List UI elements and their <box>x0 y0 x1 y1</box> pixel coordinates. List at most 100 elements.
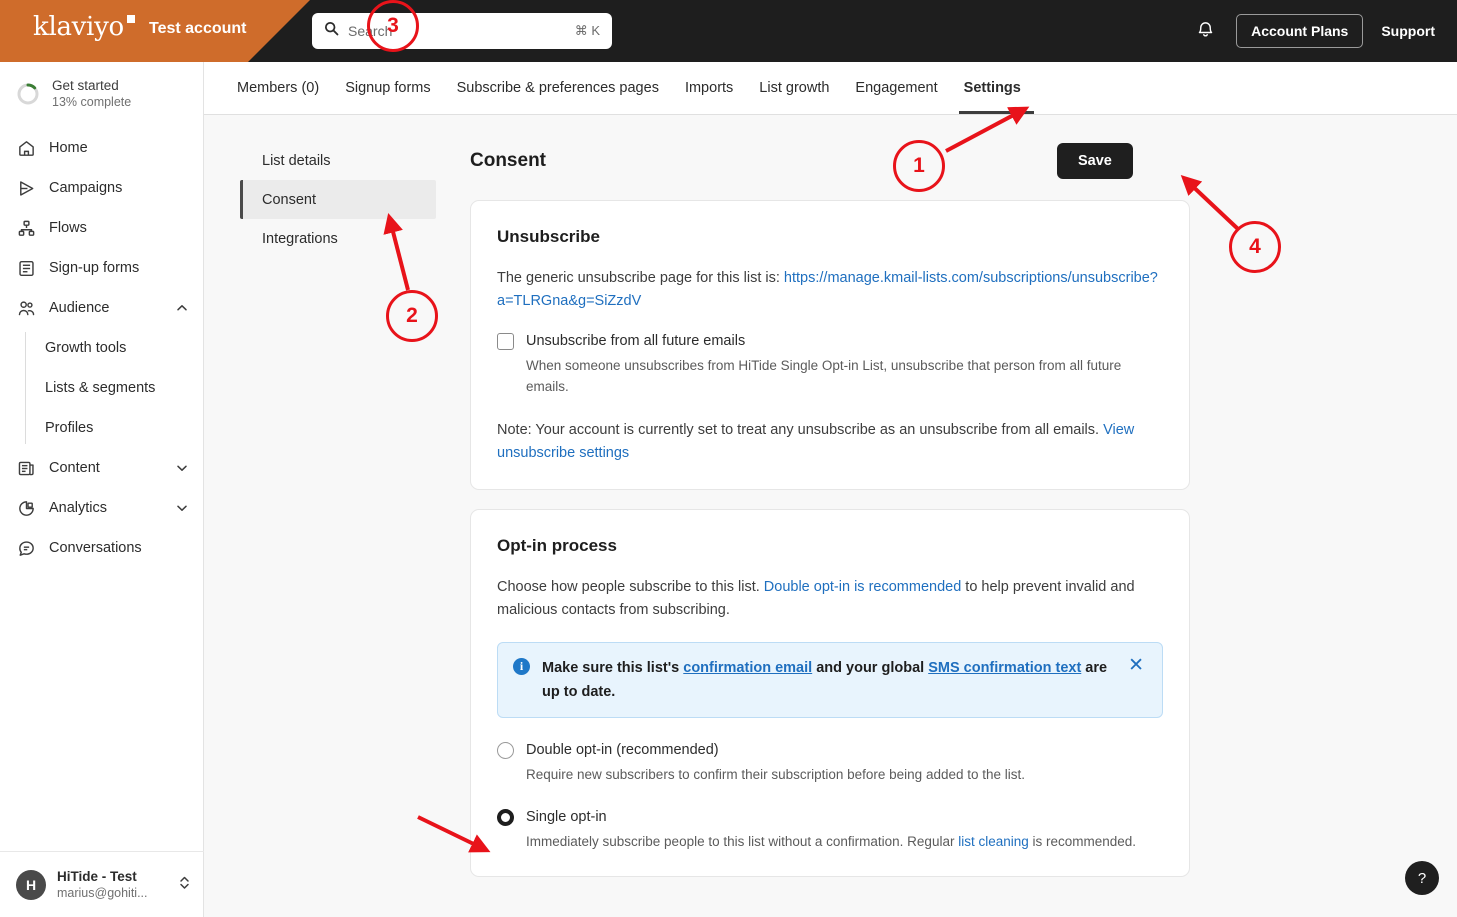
account-email: marius@gohiti... <box>57 886 148 900</box>
sidebar-item-label: Analytics <box>49 500 108 516</box>
tab-signup-forms[interactable]: Signup forms <box>332 62 443 114</box>
double-optin-text: Double opt-in (recommended) Require new … <box>526 740 1025 785</box>
unsubscribe-all-description: When someone unsubscribes from HiTide Si… <box>526 358 1122 394</box>
sidebar-item-growth-tools[interactable]: Growth tools <box>25 328 203 368</box>
tab-imports[interactable]: Imports <box>672 62 746 114</box>
account-plans-button[interactable]: Account Plans <box>1236 14 1364 48</box>
klaviyo-logo-text: klaviyo <box>33 12 124 42</box>
tab-subscribe-preferences-pages[interactable]: Subscribe & preferences pages <box>444 62 672 114</box>
settings-nav-item-list-details[interactable]: List details <box>240 141 436 180</box>
audience-subnav: Growth tools Lists & segments Profiles <box>25 328 203 448</box>
double-optin-radio[interactable] <box>497 742 514 759</box>
list-tab-bar: Members (0) Signup forms Subscribe & pre… <box>204 62 1457 115</box>
sidebar-item-conversations[interactable]: Conversations <box>0 528 203 568</box>
analytics-icon <box>16 498 36 518</box>
sidebar-item-signup-forms[interactable]: Sign-up forms <box>0 248 203 288</box>
sidebar-item-home[interactable]: Home <box>0 128 203 168</box>
unsubscribe-all-checkbox[interactable] <box>497 333 514 350</box>
get-started-text: Get started 13% complete <box>52 78 131 110</box>
chevron-up-down-icon <box>177 874 192 896</box>
klaviyo-logo[interactable]: klaviyo <box>33 14 135 40</box>
single-optin-option[interactable]: Single opt-in Immediately subscribe peop… <box>497 807 1163 852</box>
double-optin-label: Double opt-in (recommended) <box>526 742 719 758</box>
tab-members[interactable]: Members (0) <box>224 62 332 114</box>
unsubscribe-url-prefix: The generic unsubscribe page for this li… <box>497 270 784 286</box>
save-button[interactable]: Save <box>1057 143 1133 179</box>
sidebar-item-lists-segments[interactable]: Lists & segments <box>25 368 203 408</box>
sidebar-subitem-label: Lists & segments <box>45 380 156 396</box>
account-info: HiTide - Test marius@gohiti... <box>57 868 166 901</box>
unsubscribe-all-checkbox-row: Unsubscribe from all future emails When … <box>497 331 1163 397</box>
sidebar-subitem-label: Profiles <box>45 420 94 436</box>
unsubscribe-note: Note: Your account is currently set to t… <box>497 419 1163 465</box>
double-optin-recommended-link[interactable]: Double opt-in is recommended <box>764 579 961 595</box>
main-content-area: List details Consent Integrations Consen… <box>204 115 1457 917</box>
support-link[interactable]: Support <box>1381 23 1435 39</box>
unsubscribe-all-text: Unsubscribe from all future emails When … <box>526 331 1163 397</box>
progress-ring-icon <box>16 82 40 106</box>
chevron-down-icon <box>175 501 189 515</box>
top-bar: klaviyo Test account Search ⌘ K Account … <box>0 0 1457 62</box>
campaigns-icon <box>16 178 36 198</box>
tab-settings[interactable]: Settings <box>951 62 1035 114</box>
list-cleaning-link[interactable]: list cleaning <box>958 834 1029 849</box>
get-started-progress: 13% complete <box>52 95 132 109</box>
audience-icon <box>16 298 36 318</box>
search-placeholder: Search <box>348 23 393 39</box>
optin-heading: Opt-in process <box>497 536 617 555</box>
info-text-part2: and your global <box>812 660 929 676</box>
optin-desc-part1: Choose how people subscribe to this list… <box>497 579 764 595</box>
optin-description: Choose how people subscribe to this list… <box>497 576 1163 622</box>
klaviyo-logo-square <box>126 15 135 23</box>
account-switcher[interactable]: H HiTide - Test marius@gohiti... <box>0 851 204 917</box>
double-optin-description: Require new subscribers to confirm their… <box>526 767 1026 782</box>
single-optin-description: Immediately subscribe people to this lis… <box>526 831 1136 852</box>
sidebar-item-flows[interactable]: Flows <box>0 208 203 248</box>
left-sidebar: Get started 13% complete Home Campaigns <box>0 62 204 917</box>
conversations-icon <box>16 538 36 558</box>
unsubscribe-heading: Unsubscribe <box>497 227 600 246</box>
account-display-name: HiTide - Test <box>57 869 137 884</box>
get-started-widget[interactable]: Get started 13% complete <box>0 62 203 124</box>
signup-forms-icon <box>16 258 36 278</box>
info-icon: i <box>513 658 530 675</box>
single-optin-radio[interactable] <box>497 809 514 826</box>
close-icon[interactable]: ✕ <box>1124 656 1148 676</box>
sidebar-item-label: Home <box>49 140 88 156</box>
settings-nav-item-consent[interactable]: Consent <box>240 180 436 219</box>
content-icon <box>16 458 36 478</box>
sidebar-item-audience[interactable]: Audience <box>0 288 203 328</box>
unsubscribe-url-text: The generic unsubscribe page for this li… <box>497 267 1163 313</box>
tab-list-growth[interactable]: List growth <box>746 62 842 114</box>
help-button[interactable]: ? <box>1405 861 1439 895</box>
sidebar-item-label: Conversations <box>49 540 142 556</box>
single-optin-desc-part2: is recommended. <box>1028 834 1137 849</box>
confirmation-email-link[interactable]: confirmation email <box>683 660 812 676</box>
chevron-up-icon <box>175 301 189 315</box>
chevron-down-icon <box>175 461 189 475</box>
unsubscribe-card: Unsubscribe The generic unsubscribe page… <box>470 200 1190 490</box>
info-banner-text: Make sure this list's confirmation email… <box>542 656 1112 704</box>
unsubscribe-all-label[interactable]: Unsubscribe from all future emails <box>526 331 1163 351</box>
single-optin-label: Single opt-in <box>526 809 607 825</box>
settings-nav-item-integrations[interactable]: Integrations <box>240 219 436 258</box>
sidebar-item-label: Content <box>49 460 100 476</box>
tab-engagement[interactable]: Engagement <box>842 62 950 114</box>
top-bar-right-actions: Account Plans Support <box>1192 0 1457 62</box>
get-started-title: Get started <box>52 78 119 93</box>
sms-confirmation-text-link[interactable]: SMS confirmation text <box>928 660 1081 676</box>
sidebar-item-campaigns[interactable]: Campaigns <box>0 168 203 208</box>
single-optin-text: Single opt-in Immediately subscribe peop… <box>526 807 1136 852</box>
search-icon <box>324 21 339 41</box>
account-name-label: Test account <box>149 20 247 37</box>
sidebar-item-profiles[interactable]: Profiles <box>25 408 203 448</box>
home-icon <box>16 138 36 158</box>
double-optin-option[interactable]: Double opt-in (recommended) Require new … <box>497 740 1163 785</box>
search-input[interactable]: Search ⌘ K <box>312 13 612 49</box>
notifications-button[interactable] <box>1192 18 1218 44</box>
sidebar-item-label: Campaigns <box>49 180 123 196</box>
sidebar-item-analytics[interactable]: Analytics <box>0 488 203 528</box>
consent-settings-panel: Consent Unsubscribe The generic unsubscr… <box>470 141 1190 877</box>
sidebar-item-content[interactable]: Content <box>0 448 203 488</box>
sidebar-item-label: Audience <box>49 300 110 316</box>
